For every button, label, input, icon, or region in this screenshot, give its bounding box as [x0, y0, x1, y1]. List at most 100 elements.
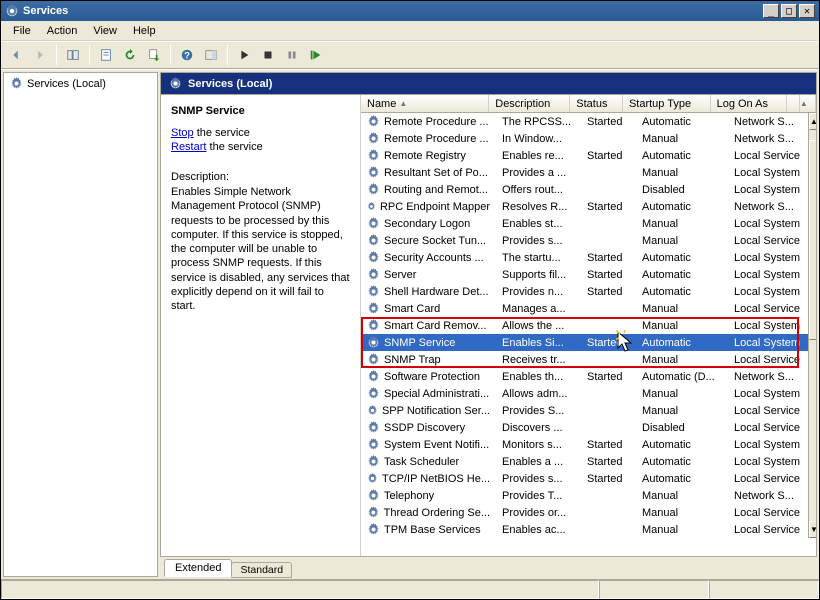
tree-node-services-local[interactable]: Services (Local)	[4, 73, 157, 94]
col-log-on-as[interactable]: Log On As	[711, 95, 787, 112]
toolbar: ?	[1, 41, 819, 69]
gear-icon	[367, 387, 380, 400]
table-row[interactable]: TCP/IP NetBIOS He...Provides s...Started…	[361, 470, 808, 487]
action-pane-button[interactable]	[200, 44, 222, 66]
gear-icon	[367, 132, 380, 145]
sort-asc-icon: ▲	[399, 99, 407, 108]
table-row[interactable]: Secondary LogonEnables st...ManualLocal …	[361, 215, 808, 232]
table-row[interactable]: Thread Ordering Se...Provides or...Manua…	[361, 504, 808, 521]
gear-icon	[367, 217, 380, 230]
pane-header: Services (Local)	[160, 72, 817, 94]
scroll-thumb[interactable]	[809, 140, 816, 340]
scroll-up-button[interactable]: ▲	[809, 113, 816, 130]
export-list-button[interactable]	[143, 44, 165, 66]
close-button[interactable]: ✕	[799, 4, 815, 18]
table-row[interactable]: Routing and Remot...Offers rout...Disabl…	[361, 181, 808, 198]
table-row[interactable]: SNMP ServiceEnables Si...StartedAutomati…	[361, 334, 808, 351]
col-description[interactable]: Description	[489, 95, 570, 112]
table-row[interactable]: Shell Hardware Det...Provides n...Starte…	[361, 283, 808, 300]
gear-icon	[367, 353, 380, 366]
services-window: Services _ □ ✕ File Action View Help ?	[0, 0, 820, 600]
description-label: Description:	[171, 171, 350, 183]
console-tree[interactable]: Services (Local)	[3, 72, 158, 577]
col-startup-type[interactable]: Startup Type	[623, 95, 711, 112]
restart-service-button[interactable]	[305, 44, 327, 66]
scroll-track[interactable]	[809, 130, 816, 521]
table-row[interactable]: RPC Endpoint MapperResolves R...StartedA…	[361, 198, 808, 215]
table-row[interactable]: ServerSupports fil...StartedAutomaticLoc…	[361, 266, 808, 283]
gear-icon	[367, 421, 380, 434]
stop-link[interactable]: Stop	[171, 127, 194, 139]
svg-text:?: ?	[184, 51, 190, 62]
view-tabs: Extended Standard	[160, 557, 817, 577]
gear-icon	[367, 166, 380, 179]
menu-help[interactable]: Help	[125, 23, 164, 39]
back-button[interactable]	[5, 44, 27, 66]
table-row[interactable]: Remote Procedure ...In Window...ManualNe…	[361, 130, 808, 147]
menu-action[interactable]: Action	[39, 23, 86, 39]
table-row[interactable]: Smart CardManages a...ManualLocal Servic…	[361, 300, 808, 317]
menu-view[interactable]: View	[85, 23, 125, 39]
gear-icon	[367, 336, 380, 349]
table-row[interactable]: TPM Base ServicesEnables ac...ManualLoca…	[361, 521, 808, 538]
start-service-button[interactable]	[233, 44, 255, 66]
properties-button[interactable]	[95, 44, 117, 66]
gear-icon	[367, 438, 380, 451]
help-button[interactable]: ?	[176, 44, 198, 66]
gear-icon	[169, 77, 182, 90]
col-status[interactable]: Status	[570, 95, 623, 112]
refresh-button[interactable]	[119, 44, 141, 66]
gear-icon	[367, 455, 380, 468]
stop-service-button[interactable]	[257, 44, 279, 66]
vertical-scrollbar[interactable]: ▲ ▼	[808, 113, 816, 538]
gear-icon	[367, 234, 380, 247]
gear-icon	[367, 115, 380, 128]
titlebar[interactable]: Services _ □ ✕	[1, 1, 819, 21]
gear-icon	[10, 77, 23, 90]
list-header: Name▲ Description Status Startup Type Lo…	[361, 95, 816, 113]
col-name[interactable]: Name▲	[361, 95, 489, 112]
detail-panel: SNMP Service Stop the service Restart th…	[161, 95, 361, 556]
table-row[interactable]: Task SchedulerEnables a ...StartedAutoma…	[361, 453, 808, 470]
result-pane: Services (Local) SNMP Service Stop the s…	[160, 72, 817, 577]
maximize-button[interactable]: □	[781, 4, 797, 18]
gear-icon	[367, 319, 380, 332]
table-row[interactable]: Security Accounts ...The startu...Starte…	[361, 249, 808, 266]
table-row[interactable]: SNMP TrapReceives tr...ManualLocal Servi…	[361, 351, 808, 368]
table-row[interactable]: SSDP DiscoveryDiscovers ...DisabledLocal…	[361, 419, 808, 436]
tab-standard[interactable]: Standard	[231, 562, 292, 578]
gear-icon	[367, 268, 380, 281]
table-row[interactable]: Smart Card Remov...Allows the ...ManualL…	[361, 317, 808, 334]
table-row[interactable]: Remote Procedure ...The RPCSS...StartedA…	[361, 113, 808, 130]
table-row[interactable]: TelephonyProvides T...ManualNetwork S...	[361, 487, 808, 504]
table-row[interactable]: Software ProtectionEnables th...StartedA…	[361, 368, 808, 385]
table-row[interactable]: System Event Notifi...Monitors s...Start…	[361, 436, 808, 453]
table-row[interactable]: Secure Socket Tun...Provides s...ManualL…	[361, 232, 808, 249]
gear-icon	[367, 404, 378, 417]
window-title: Services	[23, 5, 761, 17]
forward-button[interactable]	[29, 44, 51, 66]
gear-icon	[367, 489, 380, 502]
gear-icon	[367, 506, 380, 519]
table-row[interactable]: Resultant Set of Po...Provides a ...Manu…	[361, 164, 808, 181]
table-row[interactable]: Remote RegistryEnables re...StartedAutom…	[361, 147, 808, 164]
tab-extended[interactable]: Extended	[164, 559, 232, 577]
app-icon	[5, 4, 19, 18]
services-list: Name▲ Description Status Startup Type Lo…	[361, 95, 816, 556]
minimize-button[interactable]: _	[763, 4, 779, 18]
statusbar	[1, 579, 819, 599]
col-scroll-head: ▲	[800, 95, 816, 112]
menubar: File Action View Help	[1, 21, 819, 41]
pause-service-button[interactable]	[281, 44, 303, 66]
gear-icon	[367, 472, 378, 485]
pane-title: Services (Local)	[188, 78, 272, 90]
gear-icon	[367, 370, 380, 383]
gear-icon	[367, 200, 376, 213]
gear-icon	[367, 251, 380, 264]
show-hide-tree-button[interactable]	[62, 44, 84, 66]
restart-link[interactable]: Restart	[171, 141, 206, 153]
menu-file[interactable]: File	[5, 23, 39, 39]
scroll-down-button[interactable]: ▼	[809, 521, 816, 538]
table-row[interactable]: Special Administrati...Allows adm...Manu…	[361, 385, 808, 402]
table-row[interactable]: SPP Notification Ser...Provides S...Manu…	[361, 402, 808, 419]
